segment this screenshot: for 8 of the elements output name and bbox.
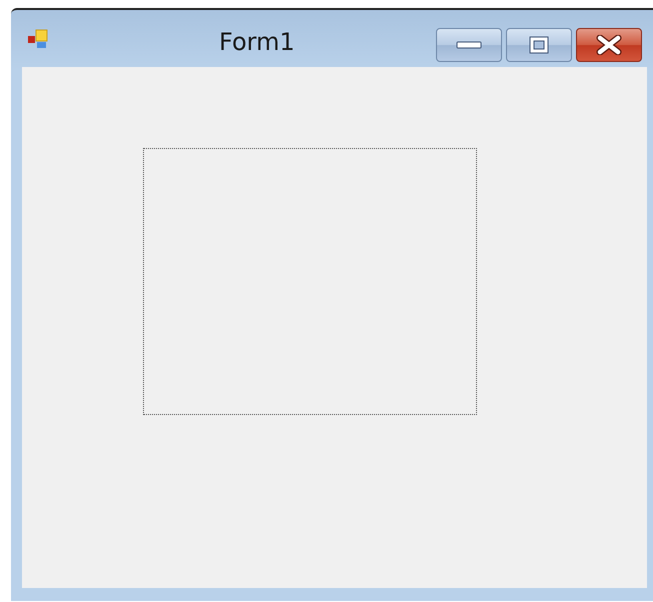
minimize-button[interactable] [436, 28, 502, 62]
app-icon [27, 28, 49, 50]
maximize-icon [529, 36, 549, 54]
maximize-button[interactable] [506, 28, 572, 62]
close-icon [596, 35, 622, 55]
close-button[interactable] [576, 28, 642, 62]
window-title: Form1 [219, 28, 295, 56]
minimize-icon [456, 40, 482, 50]
